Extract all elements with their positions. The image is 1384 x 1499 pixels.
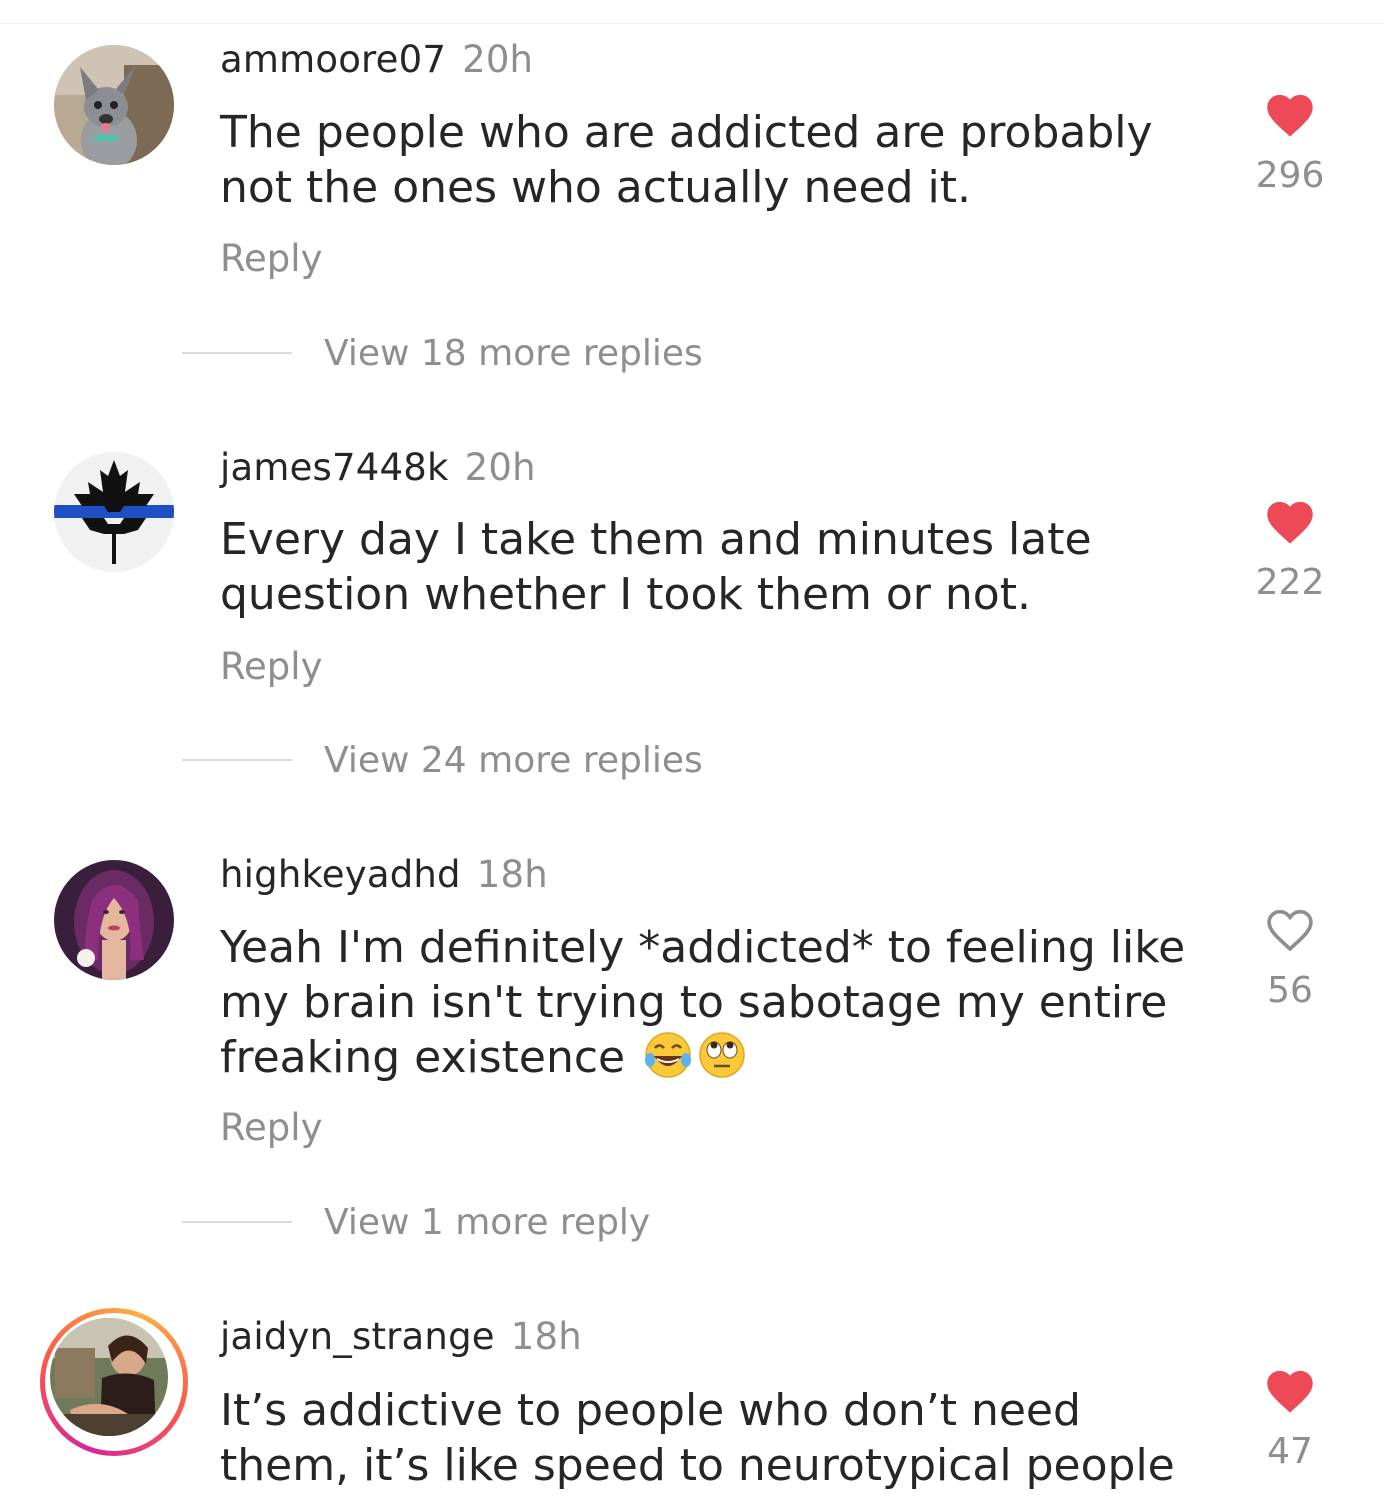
username[interactable]: highkeyadhd: [220, 853, 461, 896]
like-count: 222: [1255, 562, 1325, 603]
view-more-replies-label: View 1 more reply: [324, 1201, 651, 1243]
like-count: 56: [1267, 970, 1313, 1011]
like-button[interactable]: 296: [1248, 88, 1332, 196]
username[interactable]: james7448k: [220, 446, 449, 489]
reply-button[interactable]: Reply: [220, 237, 322, 281]
username[interactable]: jaidyn_strange: [220, 1315, 495, 1358]
comment-meta: jaidyn_strange 18h: [220, 1315, 582, 1359]
comment-text: Every day I take them and minutes late q…: [220, 514, 1092, 620]
comment-meta: james7448k 20h: [220, 446, 536, 490]
view-more-replies[interactable]: View 1 more reply: [182, 1200, 650, 1244]
heart-outline-icon: [1267, 909, 1313, 952]
heart-filled-icon: [1267, 501, 1313, 544]
eye-roll-emoji-icon: [699, 1032, 745, 1078]
heart-filled-icon: [1267, 1370, 1313, 1413]
view-more-replies[interactable]: View 24 more replies: [182, 738, 703, 782]
timestamp: 18h: [510, 1315, 582, 1358]
reply-button[interactable]: Reply: [220, 1106, 322, 1150]
view-more-replies-label: View 24 more replies: [324, 739, 703, 781]
replies-divider: [182, 352, 292, 354]
view-more-replies[interactable]: View 18 more replies: [182, 331, 703, 375]
avatar[interactable]: [54, 45, 174, 165]
tears-of-joy-emoji-icon: [645, 1032, 692, 1078]
person-avatar-icon: [50, 1318, 168, 1436]
timestamp: 20h: [464, 446, 536, 489]
like-count: 47: [1267, 1431, 1313, 1472]
comment-text: Yeah I'm definitely *addicted* to feelin…: [220, 920, 1200, 1085]
top-divider: [0, 23, 1384, 24]
avatar[interactable]: [54, 860, 174, 980]
view-more-replies-label: View 18 more replies: [324, 332, 703, 374]
like-count: 296: [1255, 155, 1325, 196]
comment-text: The people who are addicted are probably…: [220, 107, 1153, 213]
reply-button[interactable]: Reply: [220, 645, 322, 689]
like-button[interactable]: 47: [1248, 1364, 1332, 1472]
username[interactable]: ammoore07: [220, 38, 446, 81]
comment-meta: highkeyadhd 18h: [220, 853, 548, 897]
dog-avatar-icon: [54, 45, 174, 165]
like-button[interactable]: 222: [1248, 495, 1332, 603]
avatar[interactable]: [54, 452, 174, 572]
comment-meta: ammoore07 20h: [220, 38, 533, 82]
replies-divider: [182, 759, 292, 761]
heart-filled-icon: [1267, 94, 1313, 137]
story-ring[interactable]: [40, 1308, 188, 1456]
avatar: [50, 1318, 168, 1436]
comment-text: It’s addictive to people who don’t need …: [220, 1385, 1175, 1491]
maple-leaf-avatar-icon: [54, 452, 174, 572]
timestamp: 20h: [462, 38, 534, 81]
timestamp: 18h: [476, 853, 548, 896]
replies-divider: [182, 1221, 292, 1223]
woman-avatar-icon: [54, 860, 174, 980]
like-button[interactable]: 56: [1248, 903, 1332, 1011]
